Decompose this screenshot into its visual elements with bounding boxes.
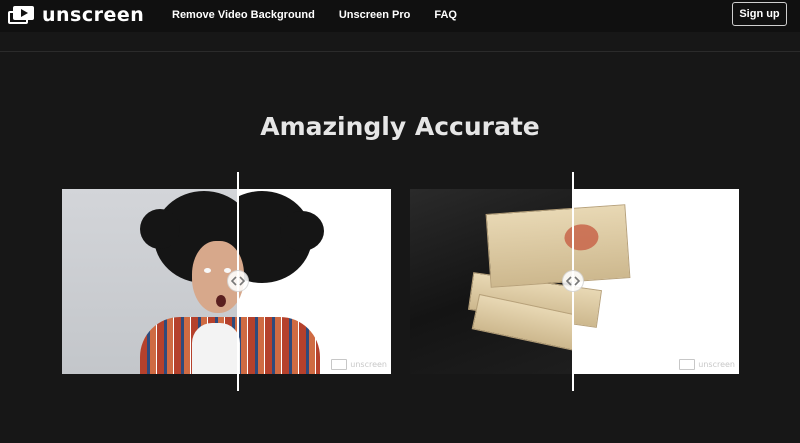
left-right-arrows-icon[interactable]: [227, 270, 249, 292]
watermark-text: unscreen: [350, 360, 387, 369]
sign-up-button[interactable]: Sign up: [732, 2, 787, 26]
top-navbar: unscreen Remove Video Background Unscree…: [0, 0, 800, 32]
logo[interactable]: unscreen: [8, 4, 144, 26]
after-image-person: unscreen: [238, 189, 391, 374]
after-image-books: unscreen: [573, 189, 739, 374]
comparison-slider-books[interactable]: unscreen: [410, 172, 739, 391]
unscreen-logo-icon: unscreen: [331, 359, 387, 370]
left-right-arrows-icon[interactable]: [562, 270, 584, 292]
section-heading: Amazingly Accurate: [260, 112, 540, 141]
before-image-person: [62, 189, 238, 374]
main-nav: Remove Video Background Unscreen Pro FAQ: [172, 9, 481, 21]
video-screen-icon: [8, 6, 34, 24]
watermark-text: unscreen: [698, 360, 735, 369]
nav-unscreen-pro[interactable]: Unscreen Pro: [339, 9, 411, 21]
nav-remove-video-background[interactable]: Remove Video Background: [172, 9, 315, 21]
page: unscreen Remove Video Background Unscree…: [0, 0, 800, 443]
header-divider: [0, 51, 800, 52]
nav-faq[interactable]: FAQ: [434, 9, 457, 21]
before-image-books: [410, 189, 573, 374]
comparison-slider-person[interactable]: unscreen: [62, 172, 391, 391]
logo-text: unscreen: [42, 4, 145, 26]
unscreen-logo-icon: unscreen: [679, 359, 735, 370]
